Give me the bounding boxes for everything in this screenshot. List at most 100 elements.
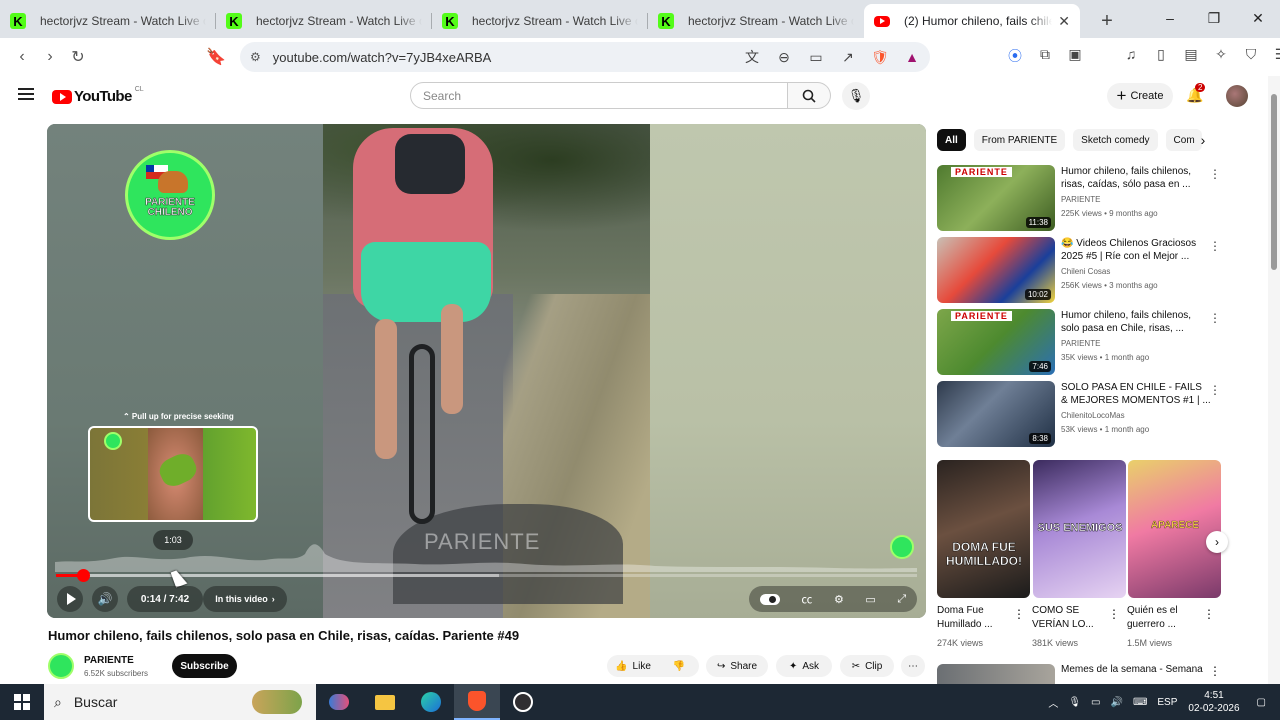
notifications-button[interactable]: 🔔 2	[1186, 83, 1206, 104]
taskbar-app-explorer[interactable]	[362, 684, 408, 720]
channel-avatar[interactable]	[48, 653, 74, 679]
taskbar-app-brave[interactable]	[454, 684, 500, 720]
microphone-icon[interactable]: 🎙	[1068, 697, 1081, 708]
chips-next-button[interactable]: ›	[1192, 129, 1214, 151]
zoom-icon[interactable]: ⊖	[774, 49, 794, 66]
shorts-next-button[interactable]: ›	[1206, 531, 1228, 553]
more-icon[interactable]: ⋮	[1203, 607, 1215, 621]
chapters-button[interactable]: In this video ›	[203, 586, 287, 612]
language-indicator[interactable]: ESP	[1157, 697, 1177, 708]
taskbar-search[interactable]: ⌕ Buscar	[44, 684, 316, 720]
short-thumbnail[interactable]: APARECE	[1128, 460, 1221, 598]
more-actions-button[interactable]: ⋯	[901, 655, 925, 677]
like-button[interactable]: 👍 Like	[607, 655, 659, 677]
recommendation-item[interactable]: 10:02 😂 Videos Chilenos Graciosos 2025 #…	[937, 237, 1257, 303]
taskbar-app-obs[interactable]	[500, 684, 546, 720]
scrubber-handle[interactable]	[76, 569, 90, 582]
minimize-button[interactable]: –	[1148, 0, 1192, 36]
create-button[interactable]: + Create	[1107, 83, 1173, 109]
music-icon[interactable]: ♫	[1121, 46, 1141, 66]
brave-shield-icon[interactable]: 🛡	[870, 49, 890, 66]
taskbar-app-copilot[interactable]	[316, 684, 362, 720]
taskbar-app-edge[interactable]	[408, 684, 454, 720]
keyboard-icon[interactable]: ⌨	[1133, 697, 1147, 708]
search-input[interactable]: Search	[410, 82, 788, 109]
more-icon[interactable]: ⋮	[1209, 383, 1221, 397]
share-button[interactable]: ↪ Share	[706, 655, 768, 677]
captions-icon[interactable]: ㏄	[801, 591, 812, 607]
duration: 8:38	[1029, 433, 1051, 444]
clock[interactable]: 4:51 02-02-2026	[1188, 689, 1239, 715]
translate-icon[interactable]: 文	[742, 47, 762, 67]
short-overlay-text: DOMA FUE HUMILLADO!	[946, 540, 1022, 568]
short-title[interactable]: COMO SE VERÍAN LO...	[1032, 604, 1098, 632]
short-thumbnail[interactable]: DOMA FUE HUMILLADO!	[937, 460, 1030, 598]
bookmark-icon[interactable]: 🔖	[202, 43, 230, 71]
recommendation-item[interactable]: 8:38 SOLO PASA EN CHILE - FAILS & MEJORE…	[937, 381, 1257, 447]
browser-tab[interactable]: K hectorjvz Stream - Watch Live on Kick	[0, 4, 216, 38]
more-icon[interactable]: ⋮	[1209, 167, 1221, 181]
notification-center-icon[interactable]: ▢	[1257, 697, 1266, 708]
brave-rewards-icon[interactable]: ▲	[902, 49, 922, 65]
youtube-logo[interactable]: YouTube CL	[52, 86, 144, 105]
fullscreen-icon[interactable]: ⤢	[897, 593, 906, 606]
vpn-icon[interactable]: ⛉	[1241, 46, 1261, 66]
more-icon[interactable]: ⋮	[1108, 607, 1120, 621]
clip-button[interactable]: ✂ Clip	[840, 655, 894, 677]
sidebar-icon[interactable]: ▯	[1151, 46, 1171, 66]
chip-all[interactable]: All	[937, 129, 966, 151]
extension-icon[interactable]: ⦿	[1005, 46, 1025, 66]
cast-icon[interactable]: ▭	[806, 49, 826, 66]
recommendation-item[interactable]: Memes de la semana - Semana ⋮	[937, 664, 1237, 684]
close-window-button[interactable]: ✕	[1236, 0, 1280, 36]
more-icon[interactable]: ⋮	[1209, 311, 1221, 325]
play-button[interactable]	[57, 586, 83, 612]
autoplay-toggle[interactable]	[759, 593, 780, 605]
browser-tab[interactable]: K hectorjvz Stream - Watch Live on Kick	[432, 4, 648, 38]
recommendation-item[interactable]: PARIENTE 11:38 Humor chileno, fails chil…	[937, 165, 1257, 231]
forward-icon[interactable]: ›	[36, 43, 64, 71]
voice-search-button[interactable]: 🎙	[842, 82, 870, 110]
short-thumbnail[interactable]: SUS ENEMIGOS	[1033, 460, 1126, 598]
ask-button[interactable]: ✦ Ask	[776, 655, 832, 677]
more-icon[interactable]: ⋮	[1013, 607, 1025, 621]
menu-icon[interactable]: ☰	[1271, 46, 1280, 66]
page-scrollbar[interactable]	[1268, 76, 1280, 684]
screenshot-icon[interactable]: ▣	[1065, 46, 1085, 66]
new-tab-button[interactable]: +	[1092, 6, 1122, 36]
volume-icon[interactable]: 🔊	[1110, 697, 1122, 708]
chip-from-channel[interactable]: From PARIENTE	[973, 129, 1066, 151]
settings-icon[interactable]: ⚙	[834, 593, 844, 606]
volume-button[interactable]: 🔊	[92, 586, 118, 612]
short-title[interactable]: Doma Fue Humillado ...	[937, 604, 1003, 632]
more-icon[interactable]: ⋮	[1209, 239, 1221, 253]
back-icon[interactable]: ‹	[8, 43, 36, 71]
chevron-up-icon[interactable]: ︿	[1048, 695, 1058, 710]
more-icon[interactable]: ⋮	[1209, 664, 1221, 678]
channel-name[interactable]: PARIENTE	[84, 655, 134, 666]
browser-tab[interactable]: K hectorjvz Stream - Watch Live on Kick	[648, 4, 864, 38]
address-bar[interactable]: ⚙ youtube.com/watch?v=7yJB4xeARBA 文 ⊖ ▭ …	[240, 42, 930, 72]
wallet-icon[interactable]: ▤	[1181, 46, 1201, 66]
close-tab-icon[interactable]: ✕	[1058, 13, 1070, 30]
video-player[interactable]: PARIENTE CHILENO PARIENTE ⌃ Pull up for …	[47, 124, 926, 618]
leo-ai-icon[interactable]: ✧	[1211, 46, 1231, 66]
miniplayer-icon[interactable]: ▭	[865, 593, 875, 606]
subscribe-button[interactable]: Subscribe	[172, 654, 237, 678]
dislike-button[interactable]: 👎	[659, 655, 699, 677]
hamburger-menu-icon[interactable]	[18, 88, 34, 100]
restore-button[interactable]: ❐	[1192, 0, 1236, 36]
start-button[interactable]	[0, 684, 44, 720]
share-icon[interactable]: ↗	[838, 49, 858, 66]
reload-icon[interactable]: ↻	[64, 43, 92, 71]
recommendation-item[interactable]: PARIENTE 7:46 Humor chileno, fails chile…	[937, 309, 1257, 375]
search-button[interactable]	[788, 82, 831, 109]
avatar[interactable]	[1226, 85, 1248, 107]
network-icon[interactable]: ▭	[1091, 697, 1100, 708]
browser-tab-active[interactable]: (2) Humor chileno, fails chilenos ✕	[864, 4, 1080, 38]
puzzle-icon[interactable]: ⧉	[1035, 46, 1055, 66]
browser-tab[interactable]: K hectorjvz Stream - Watch Live on Kick	[216, 4, 432, 38]
site-settings-icon[interactable]: ⚙	[250, 50, 261, 64]
chip-sketch-comedy[interactable]: Sketch comedy	[1073, 129, 1158, 151]
short-title[interactable]: Quién es el guerrero ...	[1127, 604, 1193, 632]
